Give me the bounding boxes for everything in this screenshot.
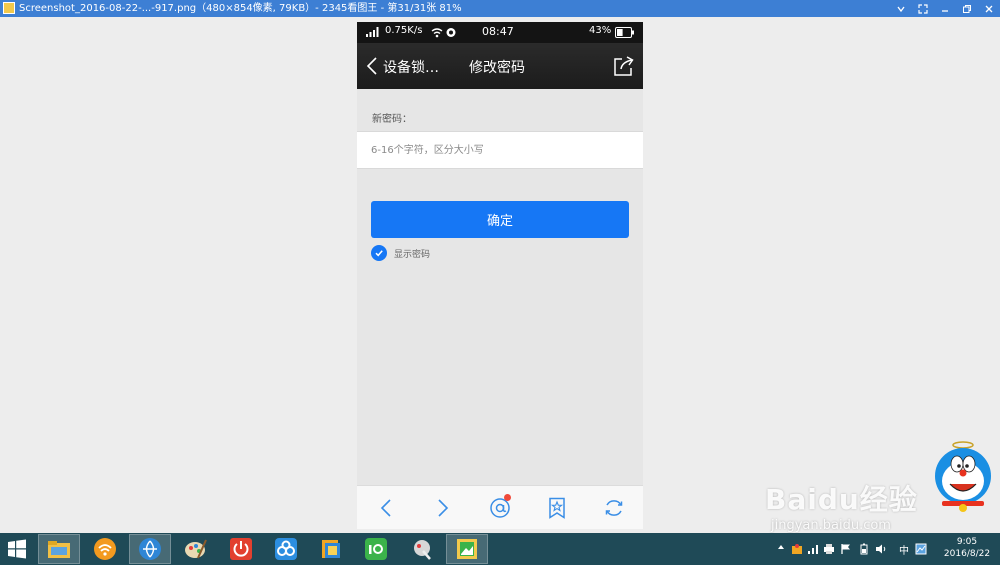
- chevron-right-icon[interactable]: [432, 497, 454, 519]
- show-password-toggle[interactable]: 显示密码: [371, 245, 430, 261]
- display-icon[interactable]: [915, 543, 927, 555]
- at-mention-icon[interactable]: [489, 494, 511, 519]
- refresh-icon[interactable]: [603, 497, 625, 519]
- windows-taskbar: 中 9:05 2016/8/22: [0, 533, 1000, 565]
- doraemon-mascot-icon: [935, 441, 991, 512]
- window-controls: [890, 0, 1000, 17]
- back-button-label[interactable]: 设备锁…: [383, 57, 439, 77]
- screenshot-tool-icon[interactable]: [401, 534, 443, 564]
- battery-percent: 43%: [589, 25, 612, 36]
- confirm-button[interactable]: 确定: [371, 201, 629, 238]
- power-icon[interactable]: [220, 534, 262, 564]
- image-viewer-app-icon: [3, 2, 15, 14]
- windows-start-icon[interactable]: [7, 539, 27, 559]
- printer-icon[interactable]: [823, 543, 835, 555]
- restore-button[interactable]: [956, 0, 978, 17]
- chevron-left-icon[interactable]: [375, 497, 397, 519]
- minimize-button[interactable]: [934, 0, 956, 17]
- battery-tray-icon[interactable]: [860, 543, 868, 555]
- file-explorer-icon[interactable]: [38, 534, 80, 564]
- back-chevron-icon[interactable]: [365, 56, 379, 76]
- folder-icon[interactable]: [310, 534, 352, 564]
- battery-icon: [615, 27, 634, 38]
- watermark-url: jingyan.baidu.com: [771, 518, 891, 533]
- viewer-window-title: Screenshot_2016-08-22-...-917.png（480×85…: [19, 3, 462, 14]
- paint-icon[interactable]: [175, 534, 217, 564]
- status-time: 08:47: [482, 25, 514, 38]
- tray-app-icon[interactable]: [791, 543, 803, 555]
- ime-indicator[interactable]: 中: [899, 542, 909, 557]
- checkmark-icon[interactable]: [371, 245, 387, 261]
- flag-icon[interactable]: [840, 543, 852, 555]
- new-password-label: 新密码：: [372, 114, 412, 125]
- wifi-sharing-icon[interactable]: [84, 534, 126, 564]
- status-bar: 0.75K/s 08:47 43%: [357, 22, 643, 43]
- wifi-icon: [431, 28, 456, 38]
- page-title: 修改密码: [469, 60, 525, 76]
- watermark-brand: Baidu经验: [765, 483, 918, 516]
- browser-toolbar: [357, 485, 643, 529]
- fullscreen-icon[interactable]: [912, 0, 934, 17]
- tray-expand-icon[interactable]: [777, 543, 785, 551]
- password-field: [357, 131, 643, 169]
- dropdown-icon[interactable]: [890, 0, 912, 17]
- bookmark-star-icon[interactable]: [546, 497, 568, 519]
- clock-time: 9:05: [956, 537, 978, 547]
- show-password-label: 显示密码: [394, 249, 431, 260]
- notification-dot: [504, 494, 511, 501]
- signal-icon: [366, 27, 379, 37]
- phone-screen: 0.75K/s 08:47 43% 设备锁… 修改密码 新密码： 确定 显示密码: [357, 22, 643, 529]
- browser-icon[interactable]: [129, 534, 171, 564]
- system-tray: 中 9:05 2016/8/22: [765, 533, 1000, 565]
- taskbar-clock[interactable]: 9:05 2016/8/22: [941, 536, 993, 560]
- cloud-sync-icon[interactable]: [265, 534, 307, 564]
- new-password-input[interactable]: [371, 141, 631, 159]
- clock-date: 2016/8/22: [943, 549, 991, 559]
- image-viewer-icon[interactable]: [446, 534, 488, 564]
- share-icon[interactable]: [613, 55, 635, 77]
- network-bars-icon[interactable]: [807, 543, 819, 555]
- network-speed: 0.75K/s: [385, 25, 423, 36]
- close-button[interactable]: [978, 0, 1000, 17]
- viewer-title-bar: Screenshot_2016-08-22-...-917.png（480×85…: [0, 0, 1000, 17]
- volume-icon[interactable]: [875, 543, 887, 555]
- iqiyi-icon[interactable]: [355, 534, 397, 564]
- nav-bar: 设备锁… 修改密码: [357, 43, 643, 89]
